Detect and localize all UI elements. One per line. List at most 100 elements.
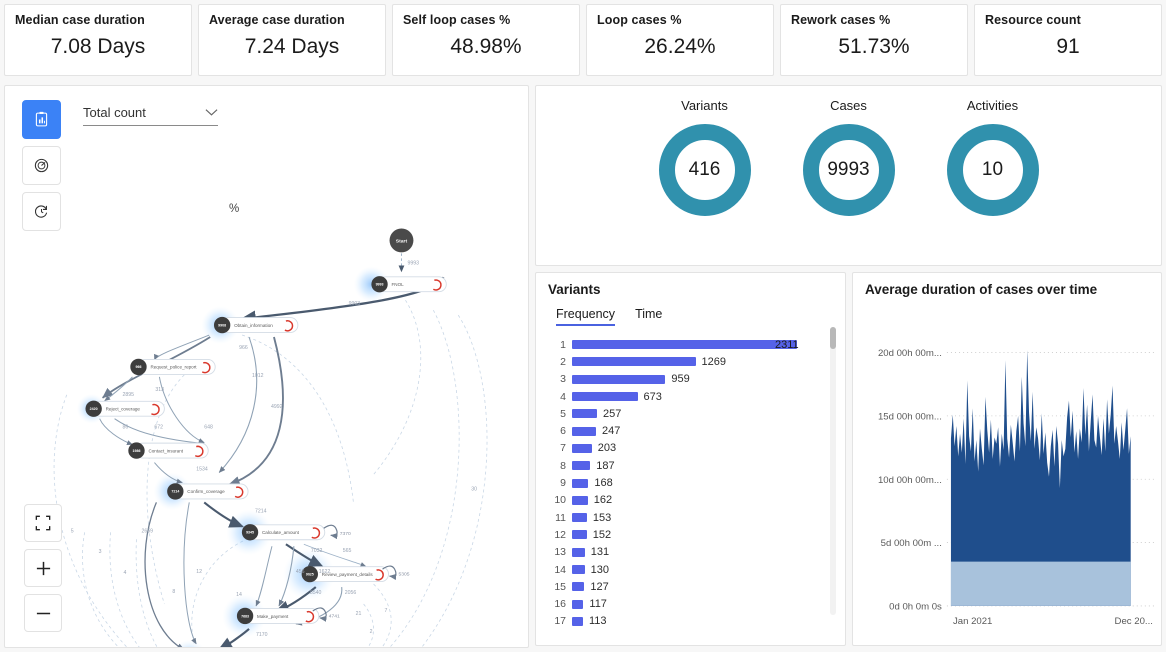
variant-rank: 7 xyxy=(560,442,566,455)
process-node-label: Confirm_coverage xyxy=(187,489,225,494)
time-series-area-baseline xyxy=(950,561,1131,606)
y-axis-tick: 20d 00h 00m... xyxy=(878,348,942,359)
process-node-label: Obtain_information xyxy=(234,323,273,328)
self-loop-label-group: 7370 xyxy=(323,524,351,540)
zoom-out-button[interactable] xyxy=(24,594,62,632)
variant-rank: 10 xyxy=(554,494,566,507)
edge-label: 86 xyxy=(123,425,129,431)
chevron-down-icon xyxy=(205,109,218,116)
variants-scrollbar-thumb[interactable] xyxy=(830,327,836,349)
process-node[interactable]: 9908 Obtain_information xyxy=(213,316,299,334)
kpi-value: 26.24% xyxy=(644,35,716,58)
process-node[interactable]: 7683 Make_payment xyxy=(236,607,320,625)
variant-row[interactable]: 16 117 xyxy=(546,595,845,612)
variant-row[interactable]: 15 127 xyxy=(546,578,845,595)
variant-row[interactable]: 5 257 xyxy=(546,405,845,422)
variant-row[interactable]: 9 168 xyxy=(546,474,845,491)
dashboard-root: Median case duration 7.08 Days Average cas… xyxy=(0,0,1166,652)
variant-row[interactable]: 2 1269 xyxy=(546,353,845,370)
variant-value: 257 xyxy=(603,407,622,420)
process-node[interactable]: 7214 Confirm_coverage xyxy=(167,483,249,500)
summary-donut-label: Variants xyxy=(681,98,728,113)
variant-rank: 4 xyxy=(560,390,566,403)
variant-row[interactable]: 1 2311 xyxy=(546,336,845,353)
refresh-clock-icon xyxy=(34,205,48,218)
edge-label: 2895 xyxy=(123,392,135,398)
variants-scrollbar-track[interactable] xyxy=(830,327,836,615)
summary-donuts-panel: Variants 416 Cases 9993 Activities 10 xyxy=(535,85,1162,266)
process-node[interactable]: 9993 FNOL xyxy=(371,276,447,293)
variants-tab-frequency[interactable]: Frequency xyxy=(556,307,616,326)
variant-value: 130 xyxy=(590,563,610,576)
kpi-card: Rework cases % 51.73% xyxy=(780,4,968,76)
y-axis-tick: 10d 00h 00m... xyxy=(878,475,942,486)
variant-bar xyxy=(572,461,591,471)
process-map-panel[interactable]: Total count % Start 9993 FNOL 9908 Obtai… xyxy=(4,85,529,648)
kpi-title: Rework cases % xyxy=(791,13,891,27)
edge-label: 9993 xyxy=(407,260,419,266)
edge-label: 2659 xyxy=(141,528,153,534)
variant-row[interactable]: 13 131 xyxy=(546,544,845,561)
variant-row[interactable]: 3 959 xyxy=(546,371,845,388)
variant-bar xyxy=(572,565,585,574)
variant-bar xyxy=(572,426,597,436)
process-node[interactable]: 1986 Contact_insurant xyxy=(128,442,209,459)
process-node-label: Make_payment xyxy=(257,614,289,619)
process-node-count: 966 xyxy=(135,365,141,369)
kpi-title: Self loop cases % xyxy=(403,13,511,27)
process-node[interactable]: 2420 Reject_coverage xyxy=(85,400,165,417)
variant-row[interactable]: 7 203 xyxy=(546,440,845,457)
variant-bar xyxy=(572,478,589,488)
rework-metric-button[interactable] xyxy=(22,192,61,231)
variant-row[interactable]: 10 162 xyxy=(546,492,845,509)
variant-row[interactable]: 11 153 xyxy=(546,509,845,526)
fit-screen-icon xyxy=(35,515,51,531)
process-node[interactable]: 9345 Calculate_amount xyxy=(241,524,326,541)
variant-value: 959 xyxy=(671,373,690,386)
variant-row[interactable]: 14 130 xyxy=(546,561,845,578)
variants-tab-time[interactable]: Time xyxy=(635,307,662,326)
variant-bar xyxy=(572,513,587,523)
edge-label: 313 xyxy=(155,387,164,393)
variant-rank: 9 xyxy=(560,477,566,490)
zoom-in-button[interactable] xyxy=(24,549,62,587)
edge-label: 7032 xyxy=(311,548,323,554)
process-map-graph[interactable]: Start End 9993FNOL9908Obtain_information… xyxy=(5,86,528,647)
edge-label: 2056 xyxy=(345,590,357,596)
variant-rank: 2 xyxy=(560,355,566,368)
fit-screen-button[interactable] xyxy=(24,504,62,542)
process-node[interactable]: 966 Request_police_report xyxy=(130,358,216,376)
summary-donut: Variants 416 xyxy=(658,98,751,216)
edge-label: 4 xyxy=(124,570,127,576)
edge-label: 1012 xyxy=(252,373,264,379)
metric-select-value: Total count xyxy=(83,105,146,120)
plus-icon xyxy=(36,561,50,575)
variants-title: Variants xyxy=(548,282,601,297)
variant-row[interactable]: 4 673 xyxy=(546,388,845,405)
performance-metric-button[interactable] xyxy=(22,146,61,185)
variant-rank: 8 xyxy=(560,459,566,472)
frequency-metric-button[interactable] xyxy=(22,100,61,139)
process-node[interactable]: 9025 Review_payment_details xyxy=(301,565,389,583)
summary-donut-value: 9993 xyxy=(827,159,870,180)
variant-rank: 3 xyxy=(560,373,566,386)
variant-bar xyxy=(572,392,638,402)
process-node-count: 7683 xyxy=(241,614,249,618)
variant-rank: 5 xyxy=(560,407,566,420)
variant-value: 247 xyxy=(602,425,621,438)
variant-bar xyxy=(572,357,696,367)
variant-row[interactable]: 8 187 xyxy=(546,457,845,474)
kpi-card: Loop cases % 26.24% xyxy=(586,4,774,76)
summary-donut-value: 416 xyxy=(688,159,721,180)
right-column: Variants 416 Cases 9993 Activities 10 Variant… xyxy=(535,85,1162,646)
variant-row[interactable]: 12 152 xyxy=(546,526,845,543)
edge-label: 1622 xyxy=(319,569,331,575)
variant-bar xyxy=(572,495,588,505)
variant-row[interactable]: 17 113 xyxy=(546,613,845,630)
metric-select[interactable]: Total count xyxy=(83,105,218,126)
variant-row[interactable]: 6 247 xyxy=(546,422,845,439)
process-node-count: 9993 xyxy=(376,283,384,287)
svg-text:Start: Start xyxy=(396,238,408,244)
variants-panel[interactable]: Variants Frequency Time 1 2311 2 1269 3 959 4 67… xyxy=(535,272,846,646)
kpi-value: 7.08 Days xyxy=(50,35,146,58)
